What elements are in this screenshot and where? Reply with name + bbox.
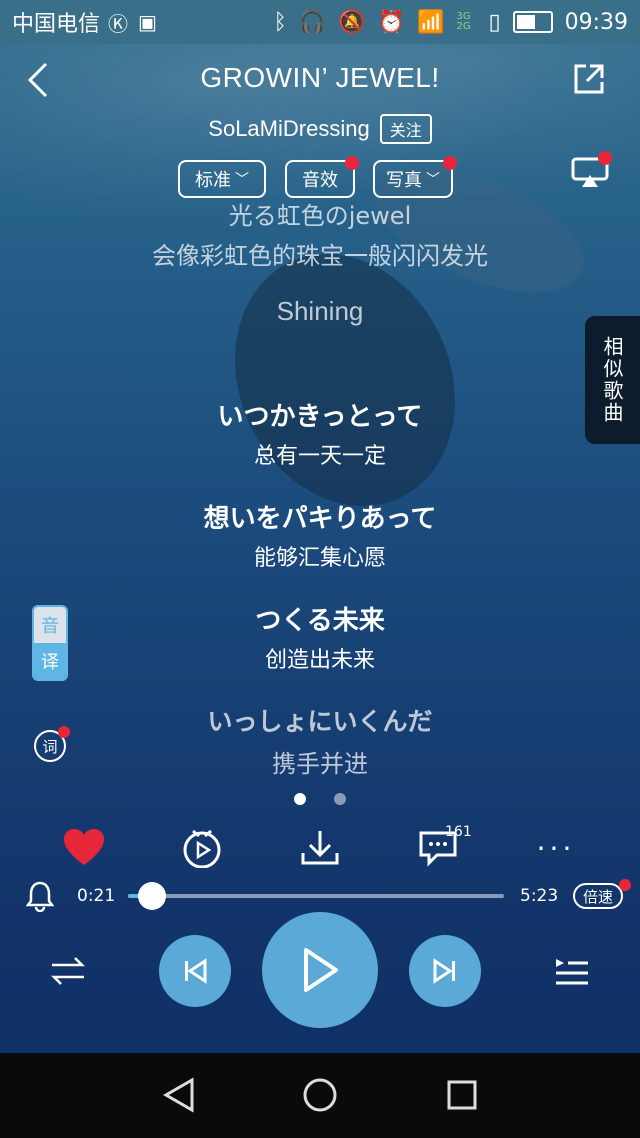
lyric-translation: 能够汇集心愿: [253, 546, 386, 571]
phonetic-label: 音: [34, 607, 66, 643]
notification-dot: [619, 879, 631, 891]
lyric-line: いっしょにいくんだ: [207, 707, 433, 736]
translate-label: 译: [34, 643, 66, 679]
bell-icon: [25, 881, 55, 913]
status-bar: 中国电信 Ⓚ ▣ ᛒ 🎧 🔕 ⏰ 📶 3G 2G ▯ 09:39: [0, 0, 640, 44]
total-time: 5:23: [520, 886, 559, 906]
lyric-translation: 携手并进: [272, 750, 368, 778]
page-indicator: [294, 793, 346, 805]
circle-home-icon: [303, 1078, 337, 1112]
share-icon: [574, 64, 604, 94]
sleep-timer-button[interactable]: [25, 880, 55, 916]
play-icon: [304, 948, 338, 992]
square-recents-icon: [447, 1080, 477, 1110]
play-button[interactable]: [262, 912, 378, 1028]
nav-back-button[interactable]: [162, 1077, 196, 1117]
mv-button[interactable]: [180, 826, 224, 870]
progress-knob[interactable]: [138, 882, 167, 910]
next-button[interactable]: [409, 935, 481, 1007]
notification-dot: [345, 156, 359, 170]
nav-recents-button[interactable]: [446, 1079, 478, 1115]
headphones-icon: 🎧: [298, 9, 327, 35]
lyric-translation: 创造出未来: [264, 648, 375, 673]
nav-home-button[interactable]: [302, 1077, 338, 1117]
previous-button[interactable]: [159, 935, 231, 1007]
share-button[interactable]: [572, 62, 606, 96]
lyric-search-button[interactable]: 词: [34, 726, 70, 762]
network-label: 3G 2G: [456, 11, 471, 32]
sim-icon: ▯: [488, 9, 501, 35]
progress-bar[interactable]: [128, 882, 504, 910]
lyric-line: つくる未来: [255, 606, 385, 636]
photo-label: 写真: [386, 170, 422, 191]
battery-icon: [512, 11, 553, 33]
sound-effect-button[interactable]: 音效: [285, 156, 359, 198]
k-icon: Ⓚ: [108, 11, 129, 36]
phonetic-translate-toggle[interactable]: 音 译: [32, 605, 68, 681]
tv-play-icon: [183, 829, 221, 868]
heart-icon: [64, 829, 104, 865]
page-dot: [334, 793, 346, 805]
bluetooth-icon: ᛒ: [273, 9, 287, 35]
notification-dot: [58, 726, 70, 738]
repeat-order-icon: [50, 957, 86, 985]
more-button[interactable]: ···: [534, 826, 578, 870]
comment-count: 161: [445, 824, 472, 840]
lyric-label: 词: [42, 737, 58, 756]
skip-previous-icon: [185, 958, 207, 984]
lyric-line: 想いをパキりあって: [203, 504, 437, 534]
clock: 09:39: [564, 9, 628, 35]
similar-songs-tab[interactable]: 相似歌曲: [585, 316, 640, 444]
speed-button[interactable]: 倍速: [573, 879, 631, 909]
chevron-down-icon: ﹀: [426, 172, 440, 188]
like-button[interactable]: [62, 826, 106, 870]
sound-effect-label: 音效: [302, 170, 338, 191]
lyric-translation: 会像彩虹色的珠宝一般闪闪发光: [152, 242, 488, 270]
quality-label: 标准: [195, 170, 231, 191]
follow-button[interactable]: 关注: [379, 114, 432, 144]
wifi-icon: 📶: [417, 9, 445, 35]
shuffle-mode-button[interactable]: [50, 955, 86, 991]
quality-button[interactable]: 标准 ﹀: [178, 160, 266, 198]
triangle-back-icon: [162, 1077, 194, 1113]
carrier-name: 中国电信: [12, 12, 101, 37]
page-dot-active: [294, 793, 306, 805]
lyric-translation: 总有一天一定: [253, 444, 386, 469]
playlist-button[interactable]: [554, 955, 590, 993]
current-time: 0:21: [77, 886, 116, 906]
artist-row: SoLaMiDressing 关注: [0, 114, 640, 144]
cast-button[interactable]: [570, 151, 612, 189]
notification-dot: [443, 156, 457, 170]
chevron-down-icon: ﹀: [235, 172, 249, 188]
skip-next-icon: [433, 958, 455, 984]
image-icon: ▣: [138, 10, 157, 34]
more-icon: ···: [536, 831, 576, 865]
notification-dot: [598, 151, 612, 165]
download-icon: [301, 831, 339, 865]
alarm-icon: ⏰: [377, 9, 406, 35]
lyric-line: いつかきっとって: [217, 402, 423, 432]
photo-button[interactable]: 写真 ﹀: [373, 156, 457, 198]
lyric-line: Shining: [276, 296, 364, 326]
mute-icon: 🔕: [338, 9, 366, 35]
artist-name[interactable]: SoLaMiDressing: [208, 116, 369, 142]
download-button[interactable]: [298, 826, 342, 870]
system-navigation-bar: [0, 1053, 640, 1138]
song-title: GROWIN’ JEWEL!: [200, 62, 440, 93]
speed-label: 倍速: [582, 887, 613, 906]
lyric-line: 光る虹色のjewel: [228, 202, 412, 230]
playlist-icon: [556, 959, 588, 985]
